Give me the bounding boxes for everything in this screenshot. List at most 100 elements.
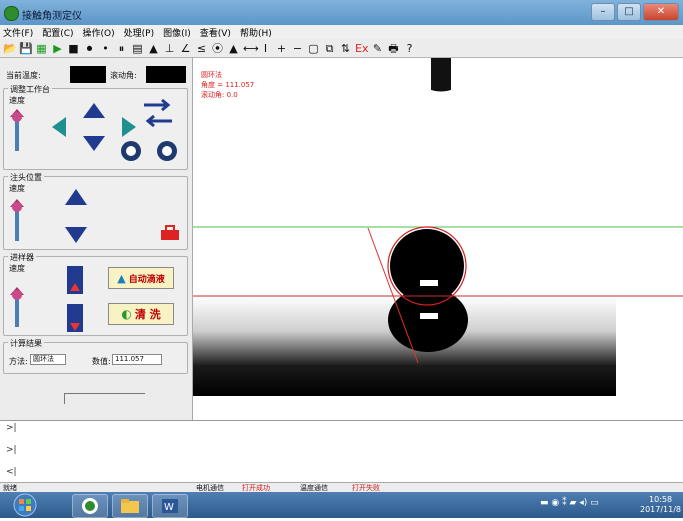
auto-drop-label: 自动滴液 [128,274,165,285]
method-field[interactable]: 圆环法 [30,354,66,365]
needle-speed-label: 速度 [9,184,25,193]
needle-title: 注头位置 [8,172,44,183]
needle [431,58,451,90]
app-icon [4,6,19,21]
measurement-overlay: 圆环法 角度 = 111.057 滚动角: 0.0 [201,70,254,100]
stop-icon[interactable]: ■ [67,42,80,55]
auto-drop-button[interactable]: ▲ 自动滴液 [108,267,174,289]
clock-time: 10:58 [648,495,673,504]
taskbar-word[interactable]: W [152,494,188,518]
close-button[interactable]: ✕ [643,3,679,21]
baseline-icon[interactable]: ⊥ [163,42,176,55]
angle-icon[interactable]: ∠ [179,42,192,55]
rotate-icons[interactable] [119,139,181,163]
capture-icon[interactable]: ▦ [35,42,48,55]
excel-icon[interactable]: Ex [355,42,368,55]
pause-icon[interactable]: ⏸ [115,42,128,55]
cursor-icon[interactable]: I [259,42,272,55]
toolbox-icon[interactable] [160,225,180,241]
needle-arrows[interactable] [62,187,90,245]
injector-speed-slider[interactable] [10,287,24,327]
roll-angle-display [146,66,186,83]
open-icon[interactable]: 📂 [3,42,17,55]
save-icon[interactable]: 💾 [19,42,33,55]
stage-group: 调整工作台 速度 [3,84,188,170]
play-icon[interactable]: ▶ [51,42,64,55]
sort-icon[interactable]: ⇅ [339,42,352,55]
temperature-label: 当前温度: [6,71,41,80]
measure-icon[interactable]: ≤ [195,42,208,55]
window-controls: – □ ✕ [591,3,679,21]
value-field: 111.057 [112,354,162,365]
overlay-roll: 滚动角: 0.0 [201,91,238,99]
droplet [390,229,464,303]
title-bar: 接触角测定仪 – □ ✕ [0,0,683,25]
triangle-icon[interactable]: ▲ [227,42,240,55]
wash-button[interactable]: ◐ 清 洗 [108,303,174,325]
taskbar-app-contact-angle[interactable] [72,494,108,518]
syringe-down-icon[interactable] [66,303,84,333]
result-title: 计算结果 [8,338,44,349]
value-label: 数值: [92,357,111,366]
settings-icon[interactable]: ✎ [371,42,384,55]
menu-config[interactable]: 配置(C) [39,26,79,39]
log-line: >| [6,423,17,433]
needle-speed-slider[interactable] [10,199,24,241]
log-line: >| [6,445,17,455]
menu-bar: 文件(F) 配置(C) 操作(O) 处理(P) 图像(I) 查看(V) 帮助(H… [0,25,683,39]
tray-icons[interactable]: ▬ ◉ ⁑ ▰ ◂) ▭ [540,498,599,508]
plus-icon[interactable]: + [275,42,288,55]
minimize-button[interactable]: – [591,3,615,21]
window-title: 接触角测定仪 [22,11,82,22]
log-panel: >| >| <| [0,420,683,483]
method-label: 方法: [9,357,28,366]
stage-up-arrow [83,103,105,118]
injector-title: 进样器 [8,252,36,263]
log-line: <| [6,467,17,477]
overlay-angle: 角度 = 111.057 [201,81,255,89]
droplet-image [193,58,683,396]
record-icon[interactable]: ⏺ [83,42,96,55]
stage-down-arrow [83,136,105,151]
copy-icon[interactable]: ⧉ [323,42,336,55]
wash-icon: ◐ [121,307,132,321]
minus-icon[interactable]: − [291,42,304,55]
drop-icon[interactable]: ▲ [147,42,160,55]
svg-text:W: W [164,502,174,513]
taskbar-explorer[interactable] [112,494,148,518]
circle-fit-icon[interactable]: ⦿ [211,42,224,55]
dot-icon[interactable]: • [99,42,112,55]
taskbar: W ▬ ◉ ⁑ ▰ ◂) ▭ 10:58 2017/11/8 [0,492,683,518]
start-button[interactable] [8,492,42,518]
clock-date: 2017/11/8 [640,505,682,514]
syringe-up-icon[interactable] [66,265,84,295]
menu-process[interactable]: 处理(P) [121,26,160,39]
stage-left-arrow [52,117,66,137]
maximize-button[interactable]: □ [617,3,641,21]
menu-view[interactable]: 查看(V) [197,26,237,39]
control-panel: 当前温度: 滚动角: 调整工作台 速度 注头位置 速度 进样器 速度 ▲ 自动滴… [0,58,193,420]
stage-speed-label: 速度 [9,96,25,105]
injector-group: 进样器 速度 ▲ 自动滴液 ◐ 清 洗 [3,252,188,336]
wash-label: 清 洗 [134,308,161,321]
stage-shift-icons[interactable] [142,97,174,131]
line-icon[interactable]: ⟷ [243,42,259,55]
stage-title: 调整工作台 [8,84,52,95]
stage-speed-slider[interactable] [10,109,24,151]
result-group: 计算结果 方法: 圆环法 数值: 111.057 [3,338,188,374]
progress-slot [64,393,145,404]
stage-right-arrow [122,117,136,137]
menu-file[interactable]: 文件(F) [0,26,39,39]
rect-icon[interactable]: ▢ [307,42,320,55]
help-icon[interactable]: ? [403,42,416,55]
needle-group: 注头位置 速度 [3,172,188,250]
camera-view: 圆环法 角度 = 111.057 滚动角: 0.0 [193,58,683,420]
grid-icon[interactable]: ▤ [131,42,144,55]
print-icon[interactable]: 🖶 [387,42,400,55]
roll-angle-label: 滚动角: [110,71,137,80]
clock[interactable]: 10:58 2017/11/8 [640,495,681,515]
menu-help[interactable]: 帮助(H) [237,26,278,39]
menu-operate[interactable]: 操作(O) [80,26,121,39]
overlay-method: 圆环法 [201,71,222,79]
menu-image[interactable]: 图像(I) [160,26,197,39]
